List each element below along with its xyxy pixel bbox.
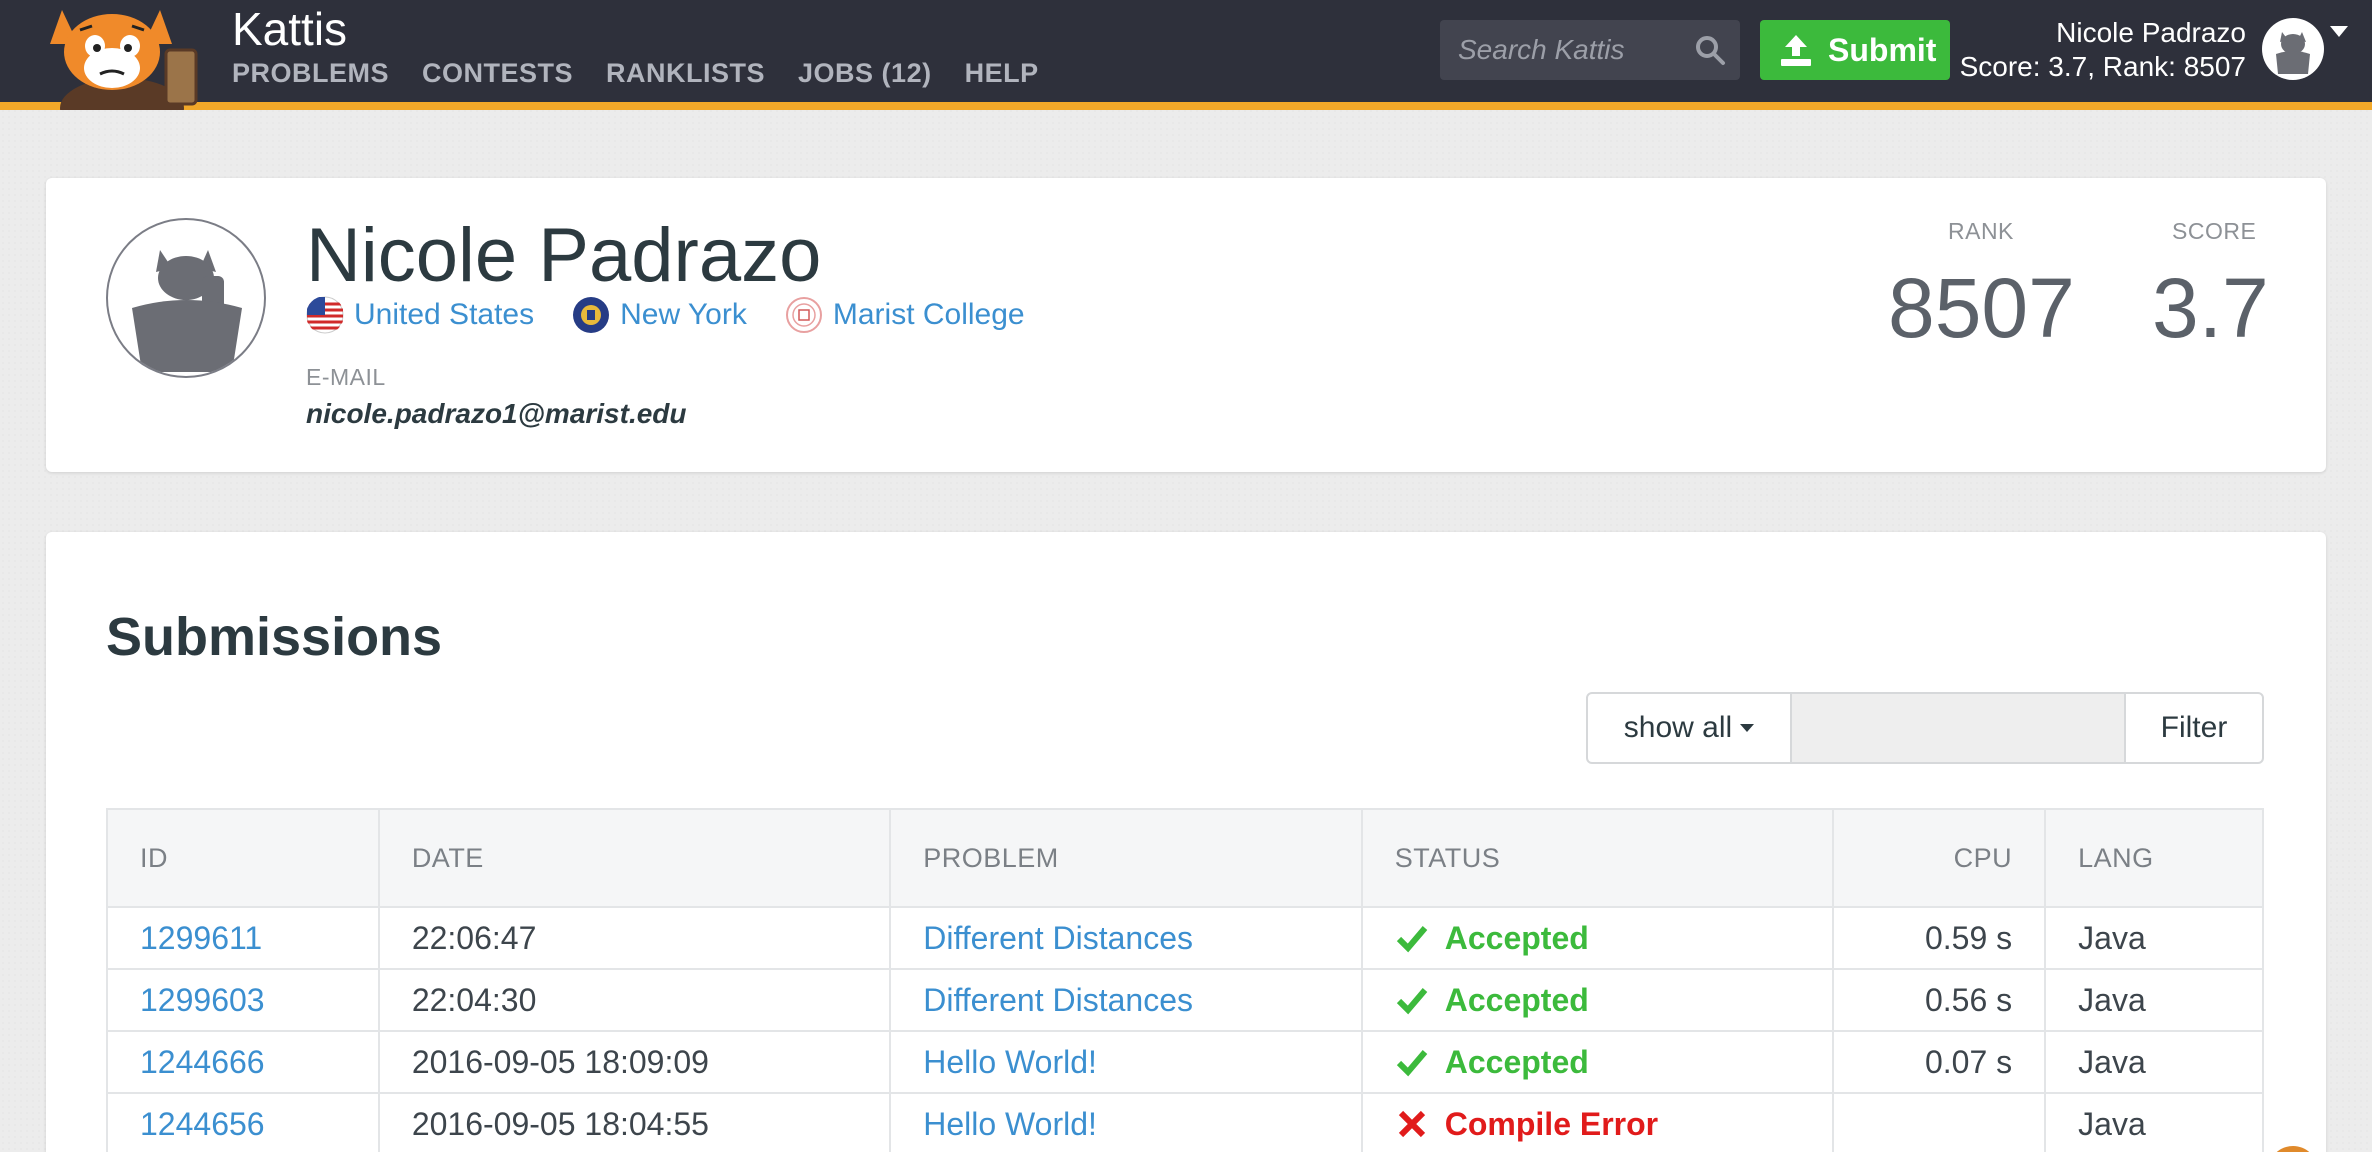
table-header-row: ID DATE PROBLEM STATUS CPU LANG <box>106 808 2264 908</box>
search-icon[interactable] <box>1692 32 1728 68</box>
submission-date: 22:06:47 <box>377 906 892 970</box>
table-row: 1244666 2016-09-05 18:09:09 Hello World!… <box>106 1030 2264 1094</box>
us-flag-icon <box>306 296 344 334</box>
user-stats: Score: 3.7, Rank: 8507 <box>1959 51 2246 82</box>
submission-date: 22:04:30 <box>377 968 892 1032</box>
cpu-time: 0.56 s <box>1832 968 2047 1032</box>
top-navbar: Kattis PROBLEMS CONTESTS RANKLISTS JOBS … <box>0 0 2372 110</box>
filter-bar: show all Filter <box>1586 692 2264 764</box>
school-link[interactable]: Marist College <box>785 296 1025 334</box>
column-header-cpu: CPU <box>1832 808 2047 908</box>
language: Java <box>2044 968 2264 1032</box>
table-row: 1299603 22:04:30 Different Distances Acc… <box>106 968 2264 1032</box>
nav-help[interactable]: HELP <box>965 58 1039 89</box>
status-text: Accepted <box>1444 981 1589 1018</box>
status-text: Compile Error <box>1444 1105 1659 1142</box>
cross-icon <box>1398 1110 1425 1138</box>
submissions-card: Submissions show all Filter ID DATE PROB… <box>46 532 2326 1152</box>
chevron-down-icon <box>1740 724 1755 732</box>
cpu-time: 0.07 s <box>1832 1030 2047 1094</box>
submission-date: 2016-09-05 18:09:09 <box>377 1030 892 1094</box>
caret-down-icon[interactable] <box>2330 26 2348 37</box>
profile-name: Nicole Padrazo <box>306 213 822 298</box>
nav-ranklists[interactable]: RANKLISTS <box>606 58 765 89</box>
problem-link[interactable]: Hello World! <box>923 1044 1097 1080</box>
user-menu-text[interactable]: Nicole Padrazo Score: 3.7, Rank: 8507 <box>1960 16 2246 84</box>
affiliations: United States New York Marist College <box>306 296 1025 334</box>
score-label: SCORE <box>2172 218 2257 244</box>
status-text: Accepted <box>1444 919 1589 956</box>
submit-button[interactable]: Submit <box>1760 20 1950 80</box>
status-cell: Accepted <box>1395 1044 1833 1081</box>
table-row: 1299611 22:06:47 Different Distances Acc… <box>106 906 2264 970</box>
user-name: Nicole Padrazo <box>2056 17 2246 48</box>
search-placeholder: Search Kattis <box>1458 34 1625 65</box>
filter-button[interactable]: Filter <box>2126 694 2262 762</box>
submissions-table: ID DATE PROBLEM STATUS CPU LANG 1299611 … <box>106 808 2264 1152</box>
email-value: nicole.padrazo1@marist.edu <box>306 398 687 429</box>
checkmark-icon <box>1396 988 1428 1015</box>
status-cell: Accepted <box>1395 982 1833 1019</box>
problem-link[interactable]: Different Distances <box>923 920 1193 956</box>
status-cell: Accepted <box>1395 920 1833 957</box>
state-name: New York <box>620 298 747 331</box>
cpu-time <box>1832 1092 2047 1152</box>
search-input[interactable]: Search Kattis <box>1440 20 1740 80</box>
language: Java <box>2044 1030 2264 1094</box>
table-row: 1244656 2016-09-05 18:04:55 Hello World!… <box>106 1092 2264 1152</box>
column-header-date: DATE <box>377 808 892 908</box>
rank-label: RANK <box>1948 218 2014 244</box>
problem-link[interactable]: Different Distances <box>923 982 1193 1018</box>
state-link[interactable]: New York <box>572 296 747 334</box>
email-label: E-MAIL <box>306 364 386 390</box>
brand-title[interactable]: Kattis <box>232 2 347 56</box>
cpu-time: 0.59 s <box>1832 906 2047 970</box>
checkmark-icon <box>1396 1050 1428 1077</box>
profile-avatar <box>106 218 266 378</box>
upload-icon <box>1781 35 1811 66</box>
language: Java <box>2044 1092 2264 1152</box>
filter-input[interactable] <box>1792 694 2126 762</box>
column-header-problem: PROBLEM <box>889 808 1363 908</box>
submissions-title: Submissions <box>106 607 443 667</box>
submission-date: 2016-09-05 18:04:55 <box>377 1092 892 1152</box>
nav-contests[interactable]: CONTESTS <box>422 58 573 89</box>
status-filter-value: show all <box>1623 711 1733 744</box>
submission-id-link[interactable]: 1299611 <box>140 920 262 956</box>
language: Java <box>2044 906 2264 970</box>
nav-problems[interactable]: PROBLEMS <box>232 58 389 89</box>
submission-id-link[interactable]: 1244666 <box>140 1044 265 1080</box>
country-link[interactable]: United States <box>306 296 534 334</box>
submission-id-link[interactable]: 1299603 <box>140 982 265 1018</box>
main-nav: PROBLEMS CONTESTS RANKLISTS JOBS (12) HE… <box>232 58 1039 89</box>
checkmark-icon <box>1396 926 1428 953</box>
submit-label: Submit <box>1828 31 1937 68</box>
column-header-lang: LANG <box>2044 808 2264 908</box>
kattis-cat-logo-icon[interactable] <box>40 0 210 110</box>
submission-id-link[interactable]: 1244656 <box>140 1106 265 1142</box>
rank-value: 8507 <box>1888 261 2075 355</box>
new-york-seal-icon <box>573 297 610 333</box>
user-avatar[interactable] <box>2262 18 2324 80</box>
profile-card: Nicole Padrazo United States New York Ma… <box>46 178 2326 472</box>
marist-college-seal-icon <box>785 297 822 333</box>
country-name: United States <box>354 298 535 331</box>
column-header-id: ID <box>106 808 380 908</box>
status-cell: Compile Error <box>1395 1106 1833 1143</box>
school-name: Marist College <box>832 298 1025 331</box>
problem-link[interactable]: Hello World! <box>923 1106 1097 1142</box>
status-filter-dropdown[interactable]: show all <box>1588 694 1792 762</box>
column-header-status: STATUS <box>1360 808 1835 908</box>
score-value: 3.7 <box>2152 261 2269 355</box>
status-text: Accepted <box>1444 1043 1589 1080</box>
nav-jobs[interactable]: JOBS (12) <box>798 58 932 89</box>
